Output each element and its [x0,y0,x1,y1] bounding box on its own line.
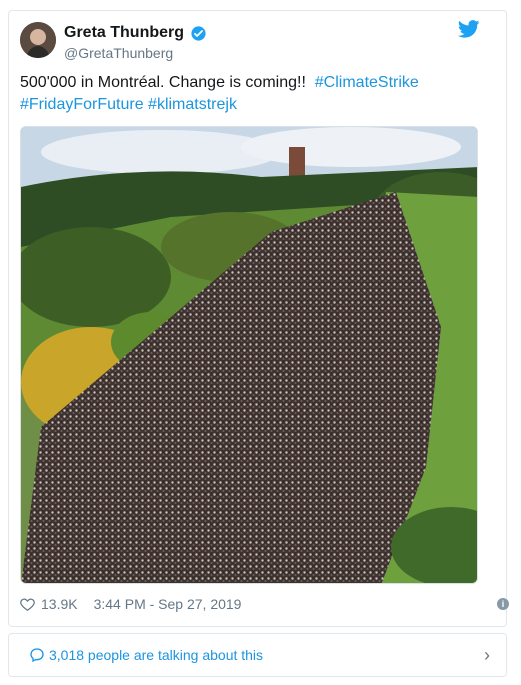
info-icon[interactable]: i [497,598,509,610]
tweet-body: 500'000 in Montréal. Change is coming!! [20,74,306,91]
tweet-photo[interactable] [20,126,478,584]
tweet-timestamp[interactable]: 3:44 PM - Sep 27, 2019 [94,596,242,612]
speech-bubble-icon [30,648,44,663]
hashtag-fridayforfuture[interactable]: #FridayForFuture [20,96,144,113]
crowd-photo-illustration [21,127,477,583]
verified-badge-icon [191,25,206,41]
conversation-label[interactable]: 3,018 people are talking about this [49,647,263,663]
chevron-right-icon[interactable]: › [484,645,490,666]
heart-icon[interactable] [20,597,35,611]
avatar[interactable] [20,22,56,58]
tweet-text: 500'000 in Montréal. Change is coming!! … [20,72,480,116]
author-name[interactable]: Greta Thunberg [64,24,184,42]
twitter-bird-icon[interactable] [458,20,480,38]
conversation-link[interactable]: 3,018 people are talking about this › [8,633,507,677]
like-count[interactable]: 13.9K [41,596,78,612]
author-handle[interactable]: @GretaThunberg [64,45,173,61]
hashtag-climatestrike[interactable]: #ClimateStrike [315,74,419,91]
hashtag-klimatstrejk[interactable]: #klimatstrejk [148,96,237,113]
